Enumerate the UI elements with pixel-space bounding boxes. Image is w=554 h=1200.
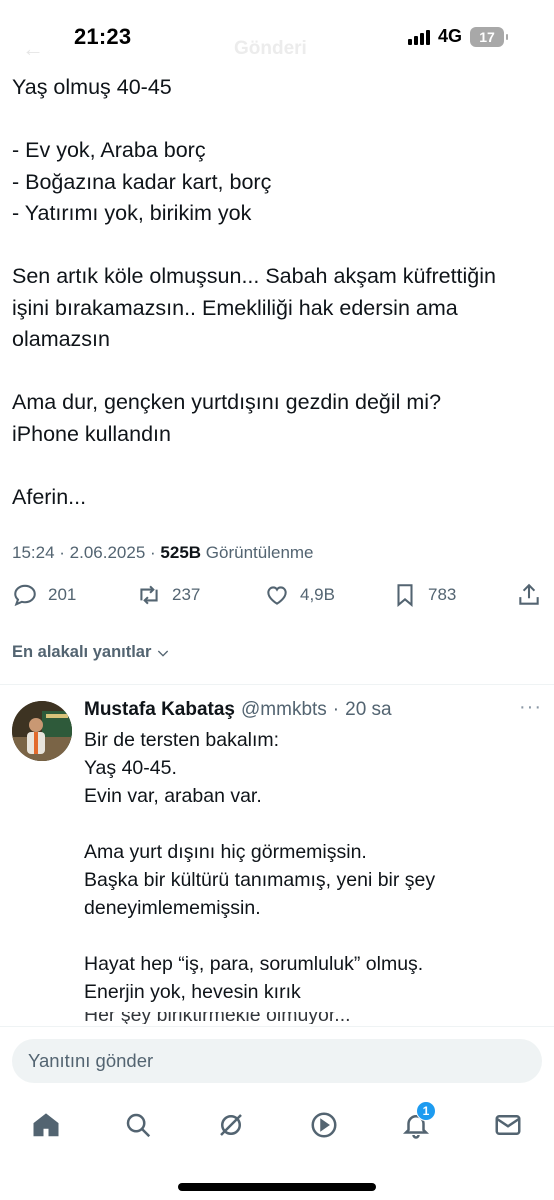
reply-line: Yaş 40-45. (84, 757, 177, 779)
reply-line: Evin var, araban var. (84, 785, 262, 807)
tab-bar: 1 (0, 1101, 554, 1155)
battery-level: 17 (479, 28, 495, 45)
sort-label: En alakalı yanıtlar (12, 643, 152, 661)
more-options-icon[interactable]: ··· (519, 696, 542, 719)
share-icon (519, 583, 539, 605)
notification-badge: 1 (416, 1101, 436, 1121)
arrow-left-icon[interactable]: ← (22, 36, 44, 62)
reply-line-clipped: Her şey biriktirmekle olmuyor... (84, 1012, 384, 1024)
reply-button[interactable]: 201 (12, 582, 76, 608)
status-time: 21:23 (74, 24, 132, 49)
page-title: Gönderi (234, 38, 307, 59)
grok-icon (220, 1114, 242, 1136)
tweet-line: Sen artık köle olmuşsun... Sabah akşam k… (12, 264, 496, 288)
reply-line: Her şey biriktirmekle olmuyor... (84, 1012, 351, 1024)
tweet-line: iPhone kullandın (12, 421, 171, 446)
reply-line: Bir de tersten bakalım: (84, 729, 280, 751)
tweet-date: 2.06.2025 (69, 543, 146, 562)
status-bar: ← Gönderi 21:23 4G 17 (0, 0, 554, 72)
tweet-line: işini bırakamazsın.. Emekliliği hak eder… (12, 295, 458, 320)
tab-messages[interactable] (488, 1105, 528, 1145)
reply-line: Hayat hep “iş, para, sorumluluk” olmuş. (84, 953, 424, 975)
repost-button[interactable]: 237 (136, 582, 200, 608)
signal-icon (407, 29, 430, 45)
reply-header: Mustafa Kabataş @mmkbts · 20 sa (84, 699, 392, 721)
reply-input[interactable]: Yanıtını gönder (12, 1039, 542, 1083)
video-icon (311, 1112, 337, 1138)
tweet-line: - Yatırımı yok, birikim yok (12, 201, 252, 225)
status-indicators: 4G 17 (407, 26, 508, 47)
repost-icon (140, 585, 158, 605)
reply-line: Enerjin yok, hevesin kırık (84, 981, 301, 1003)
reply-count: 201 (48, 585, 77, 604)
tweet-line: Aferin... (12, 484, 87, 509)
view-count: 525B (160, 543, 202, 562)
tab-home[interactable] (26, 1105, 66, 1145)
reply-age: 20 sa (345, 699, 392, 720)
reply-author-handle[interactable]: @mmkbts (241, 699, 327, 721)
tweet-line: olamazsın (12, 327, 110, 351)
battery-icon: 17 (470, 26, 508, 47)
search-icon (126, 1113, 151, 1138)
tweet-actions: 201 237 4,9B 783 (0, 582, 554, 618)
bottom-panel: Yanıtını gönder 1 (0, 1026, 554, 1200)
chevron-down-icon (158, 650, 169, 657)
tab-video[interactable] (304, 1105, 344, 1145)
repost-count: 237 (172, 585, 201, 604)
tab-notifications[interactable]: 1 (396, 1101, 436, 1145)
heart-icon (267, 586, 287, 605)
reply-icon (14, 584, 36, 607)
tweet-time: 15:24 (12, 543, 55, 562)
tweet-line: - Ev yok, Araba borç (12, 138, 206, 162)
home-indicator (178, 1183, 376, 1191)
bookmark-count: 783 (428, 585, 457, 604)
tweet-line: Ama dur, gençken yurtdışını gezdin değil… (12, 390, 442, 414)
like-count: 4,9B (300, 585, 335, 604)
reply-line: Ama yurt dışını hiç görmemişsin. (84, 841, 367, 863)
views-label: Görüntülenme (205, 543, 314, 562)
divider (0, 684, 554, 685)
tab-search[interactable] (118, 1105, 158, 1145)
tab-grok[interactable] (211, 1105, 251, 1145)
share-button[interactable] (516, 582, 542, 608)
network-type: 4G (437, 26, 462, 46)
home-icon (33, 1113, 59, 1137)
reply-line: deneyimlememişsin. (84, 897, 261, 919)
avatar-image (12, 701, 72, 761)
reply-input-placeholder: Yanıtını gönder (28, 1050, 154, 1071)
reply-line: Başka bir kültürü tanımamış, yeni bir şe… (84, 869, 436, 891)
bookmark-button[interactable]: 783 (392, 582, 456, 608)
tweet-line: - Boğazına kadar kart, borç (12, 169, 272, 194)
reply-author-name[interactable]: Mustafa Kabataş (84, 699, 235, 721)
avatar[interactable] (12, 701, 72, 761)
tweet-meta: 15:24 · 2.06.2025 · 525B Görüntülenme (12, 543, 314, 562)
bookmark-icon (397, 584, 413, 607)
tweet-text: Yaş olmuş 40-45 - Ev yok, Araba borç - B… (12, 72, 547, 513)
reply-text: Bir de tersten bakalım: Yaş 40-45. Evin … (84, 726, 544, 1006)
mail-icon (495, 1115, 521, 1135)
tweet-line: Yaş olmuş 40-45 (12, 75, 172, 99)
replies-sort-toggle[interactable]: En alakalı yanıtlar (12, 643, 171, 662)
like-button[interactable]: 4,9B (264, 582, 335, 608)
